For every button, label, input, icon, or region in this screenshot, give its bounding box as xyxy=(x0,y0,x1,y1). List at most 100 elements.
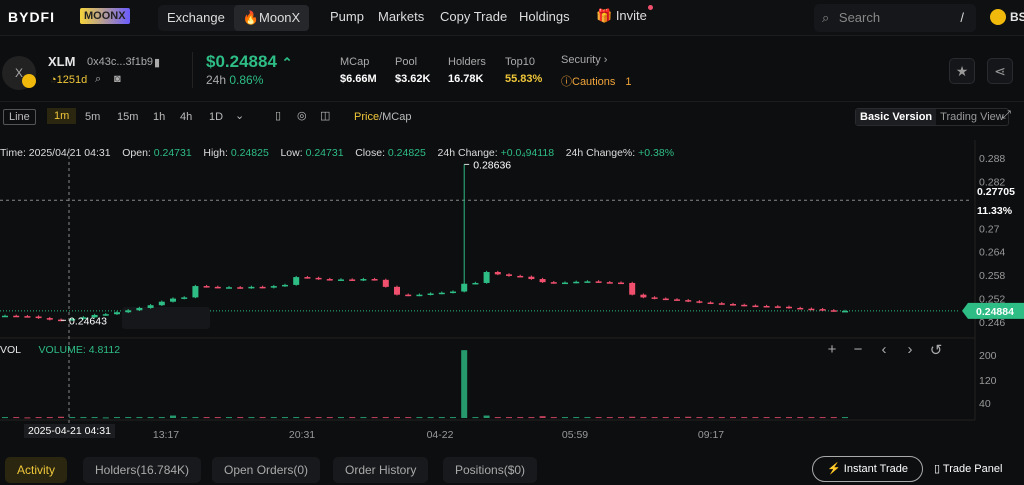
candle-body xyxy=(763,305,770,308)
interval-4h[interactable]: 4h xyxy=(180,111,192,123)
crosshair-percent: 11.33% xyxy=(977,205,1013,217)
candle-body xyxy=(662,298,669,301)
invite-button[interactable]: 🎁 Invite xyxy=(596,8,647,24)
volume-bar xyxy=(293,417,300,419)
tab-activity[interactable]: Activity xyxy=(5,457,68,483)
interval-1h[interactable]: 1h xyxy=(153,111,165,123)
candle-body xyxy=(819,309,826,311)
top-nav: BYDFI MOONX Exchange 🔥MoonX Pump Markets… xyxy=(0,0,1024,36)
trade-panel-button[interactable]: ▯ Trade Panel xyxy=(934,462,1002,475)
instant-trade-button[interactable]: ⚡ Instant Trade xyxy=(812,456,923,482)
nav-holdings[interactable]: Holdings xyxy=(519,9,570,24)
tab-positions[interactable]: Positions($0) xyxy=(443,457,538,483)
screenshot-icon[interactable]: ◫ xyxy=(320,109,330,122)
bnb-chain-icon[interactable] xyxy=(990,9,1006,25)
interval-1m[interactable]: 1m xyxy=(47,108,77,124)
volume-bar xyxy=(819,417,826,419)
candle-body xyxy=(450,291,456,294)
security-link[interactable]: Security › xyxy=(561,54,607,66)
volume-bar xyxy=(214,417,221,419)
indicator-settings-icon[interactable]: ◎ xyxy=(297,109,307,122)
volume-bar xyxy=(786,417,792,419)
search-input[interactable]: ⌕ Search / xyxy=(814,4,976,32)
basic-version-tab[interactable]: Basic Version xyxy=(856,109,937,125)
candle-body xyxy=(562,282,568,285)
candle-body xyxy=(382,279,389,287)
volume-bar xyxy=(371,417,378,419)
nav-markets[interactable]: Markets xyxy=(378,9,424,24)
candle-body xyxy=(226,287,232,289)
candle-body xyxy=(360,279,367,281)
search-placeholder: Search xyxy=(838,10,881,25)
share-icon[interactable]: ⋖ xyxy=(987,58,1013,84)
candle-body xyxy=(282,284,288,287)
chart-link-icon[interactable]: ◙ xyxy=(114,73,121,85)
mcap-label: MCap xyxy=(340,56,370,68)
candle-body xyxy=(472,282,479,285)
nav-pump[interactable]: Pump xyxy=(330,9,364,24)
time-tick: 20:31 xyxy=(289,429,315,441)
nav-moonx[interactable]: 🔥MoonX xyxy=(233,5,310,31)
volume-bar xyxy=(741,417,748,419)
tab-open-orders[interactable]: Open Orders(0) xyxy=(212,457,321,483)
candle-body xyxy=(629,282,636,295)
volume-bar xyxy=(125,417,132,419)
nav-copy-trade[interactable]: Copy Trade xyxy=(440,9,507,24)
candle-body xyxy=(595,281,602,283)
token-age: ◔1251d xyxy=(50,74,87,86)
search-token-icon[interactable]: ⌕ xyxy=(95,73,101,86)
more-intervals-icon[interactable]: ⌄ xyxy=(235,109,244,122)
token-symbol: XLM xyxy=(48,54,76,69)
zoom-in-icon[interactable]: + xyxy=(822,341,842,359)
token-address[interactable]: 0x43c...3f1b9 xyxy=(87,56,153,68)
tab-holders[interactable]: Holders(16.784K) xyxy=(83,457,202,483)
chain-selector[interactable]: BS xyxy=(1010,10,1024,24)
holders-label: Holders xyxy=(448,56,486,68)
time-tick: 13:17 xyxy=(153,429,179,441)
price-option: Price xyxy=(354,111,380,123)
scroll-left-icon[interactable]: ‹ xyxy=(874,341,894,359)
copy-icon[interactable]: ▮ xyxy=(154,56,160,69)
volume-bar xyxy=(91,417,98,419)
interval-5m[interactable]: 5m xyxy=(85,111,100,123)
change-value: 0.86% xyxy=(229,73,264,87)
scroll-right-icon[interactable]: › xyxy=(900,341,920,359)
volume-bar xyxy=(662,417,669,419)
line-toggle[interactable]: Line xyxy=(3,109,36,125)
candle-type-icon[interactable]: ▯ xyxy=(275,109,281,122)
trading-view-tab[interactable]: Trading View xyxy=(936,109,1008,125)
interval-1d[interactable]: 1D xyxy=(209,111,223,123)
candle-body xyxy=(438,292,445,295)
volume-bar xyxy=(237,417,244,419)
brand-logo[interactable]: BYDFI xyxy=(8,9,55,25)
volume-bar xyxy=(170,415,176,418)
price-mcap-toggle[interactable]: Price/MCap xyxy=(354,111,411,123)
volume-bar xyxy=(539,416,546,418)
nav-exchange[interactable]: Exchange xyxy=(158,5,234,31)
favorite-star-icon[interactable]: ★ xyxy=(949,58,975,84)
zoom-out-icon[interactable]: − xyxy=(848,341,868,359)
candle-body xyxy=(808,308,815,311)
volume-bar xyxy=(494,417,501,419)
volume-bar xyxy=(13,417,20,419)
candle-body xyxy=(192,286,199,298)
fullscreen-icon[interactable]: ⤢ xyxy=(1002,109,1011,122)
reset-icon[interactable]: ↺ xyxy=(926,341,946,359)
security-cautions[interactable]: ⓘCautions 1 xyxy=(561,73,632,89)
candle-body xyxy=(338,279,344,281)
warning-icon: ⓘ xyxy=(561,76,572,88)
candle-body xyxy=(136,307,143,311)
candlestick-chart[interactable]: 0.2880.2820.270.2640.2580.2520.246200120… xyxy=(0,140,1024,445)
volume-bar xyxy=(595,417,602,419)
volume-bar xyxy=(674,417,680,419)
volume-bar xyxy=(651,417,658,419)
candle-body xyxy=(293,277,300,285)
view-switch: Basic Version Trading View xyxy=(855,108,1009,126)
volume-bar xyxy=(270,417,277,419)
interval-15m[interactable]: 15m xyxy=(117,111,138,123)
candle-body xyxy=(517,275,524,278)
candle-body xyxy=(416,294,423,297)
tab-order-history[interactable]: Order History xyxy=(333,457,429,483)
candle-body xyxy=(170,298,176,302)
price-change: 24h 0.86% xyxy=(206,73,263,87)
